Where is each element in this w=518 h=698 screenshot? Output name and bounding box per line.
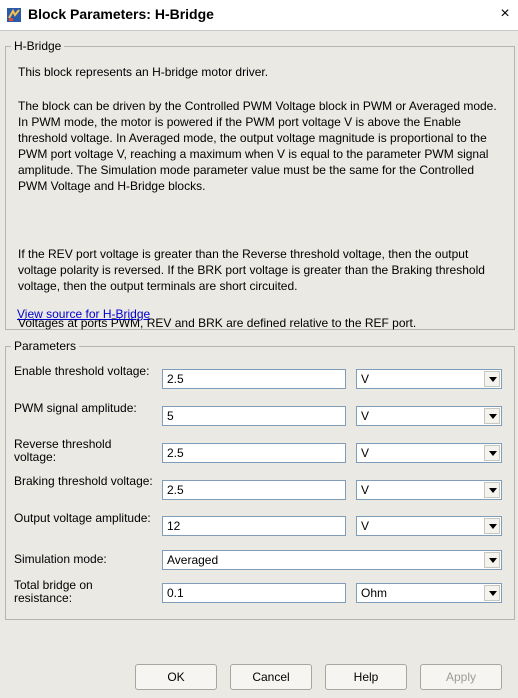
cancel-button[interactable]: Cancel: [230, 664, 312, 690]
reverse-threshold-label: Reverse threshold voltage:: [14, 437, 112, 464]
window-title: Block Parameters: H-Bridge: [28, 6, 214, 22]
braking-threshold-label: Braking threshold voltage:: [14, 474, 153, 488]
output-voltage-unit-value: V: [361, 519, 370, 533]
braking-threshold-unit-value: V: [361, 483, 370, 497]
pwm-amplitude-unit-value: V: [361, 409, 370, 423]
close-button[interactable]: ×: [495, 4, 515, 24]
chevron-down-icon[interactable]: [484, 585, 500, 601]
help-button[interactable]: Help: [325, 664, 407, 690]
pwm-amplitude-unit-select[interactable]: V: [356, 406, 502, 426]
simulation-mode-label: Simulation mode:: [14, 552, 107, 566]
chevron-down-icon[interactable]: [484, 371, 500, 387]
chevron-down-icon[interactable]: [484, 445, 500, 461]
simulink-block-icon: [7, 8, 21, 22]
braking-threshold-input[interactable]: 2.5: [162, 480, 346, 500]
bridge-resistance-input[interactable]: 0.1: [162, 583, 346, 603]
reverse-threshold-input[interactable]: 2.5: [162, 443, 346, 463]
pwm-amplitude-label: PWM signal amplitude:: [14, 401, 137, 415]
bridge-resistance-label: Total bridge on resistance:: [14, 578, 93, 605]
description-paragraph-1: This block represents an H-bridge motor …: [18, 65, 269, 79]
simulation-mode-value: Averaged: [167, 553, 219, 567]
parameters-group-title: Parameters: [11, 339, 80, 354]
title-bar: Block Parameters: H-Bridge ×: [0, 0, 518, 31]
output-voltage-unit-select[interactable]: V: [356, 516, 502, 536]
enable-threshold-label: Enable threshold voltage:: [14, 364, 150, 378]
enable-threshold-unit-value: V: [361, 372, 370, 386]
braking-threshold-unit-select[interactable]: V: [356, 480, 502, 500]
pwm-amplitude-input[interactable]: 5: [162, 406, 346, 426]
enable-threshold-unit-select[interactable]: V: [356, 369, 502, 389]
enable-threshold-input[interactable]: 2.5: [162, 369, 346, 389]
reverse-threshold-unit-select[interactable]: V: [356, 443, 502, 463]
apply-button[interactable]: Apply: [420, 664, 502, 690]
chevron-down-icon[interactable]: [484, 482, 500, 498]
chevron-down-icon[interactable]: [484, 518, 500, 534]
chevron-down-icon[interactable]: [484, 552, 500, 568]
bridge-resistance-unit-select[interactable]: Ohm: [356, 583, 502, 603]
view-source-link[interactable]: View source for H-Bridge: [17, 306, 150, 322]
ok-button[interactable]: OK: [135, 664, 217, 690]
reverse-threshold-unit-value: V: [361, 446, 370, 460]
simulation-mode-select[interactable]: Averaged: [162, 550, 502, 570]
description-group-title: H-Bridge: [11, 39, 65, 54]
bridge-resistance-unit-value: Ohm: [361, 586, 388, 600]
description-paragraph-2: The block can be driven by the Controlle…: [18, 99, 497, 193]
description-group: H-Bridge This block represents an H-brid…: [5, 39, 515, 330]
output-voltage-input[interactable]: 12: [162, 516, 346, 536]
chevron-down-icon[interactable]: [484, 408, 500, 424]
description-paragraph-3: If the REV port voltage is greater than …: [18, 247, 485, 293]
output-voltage-label: Output voltage amplitude:: [14, 511, 151, 525]
